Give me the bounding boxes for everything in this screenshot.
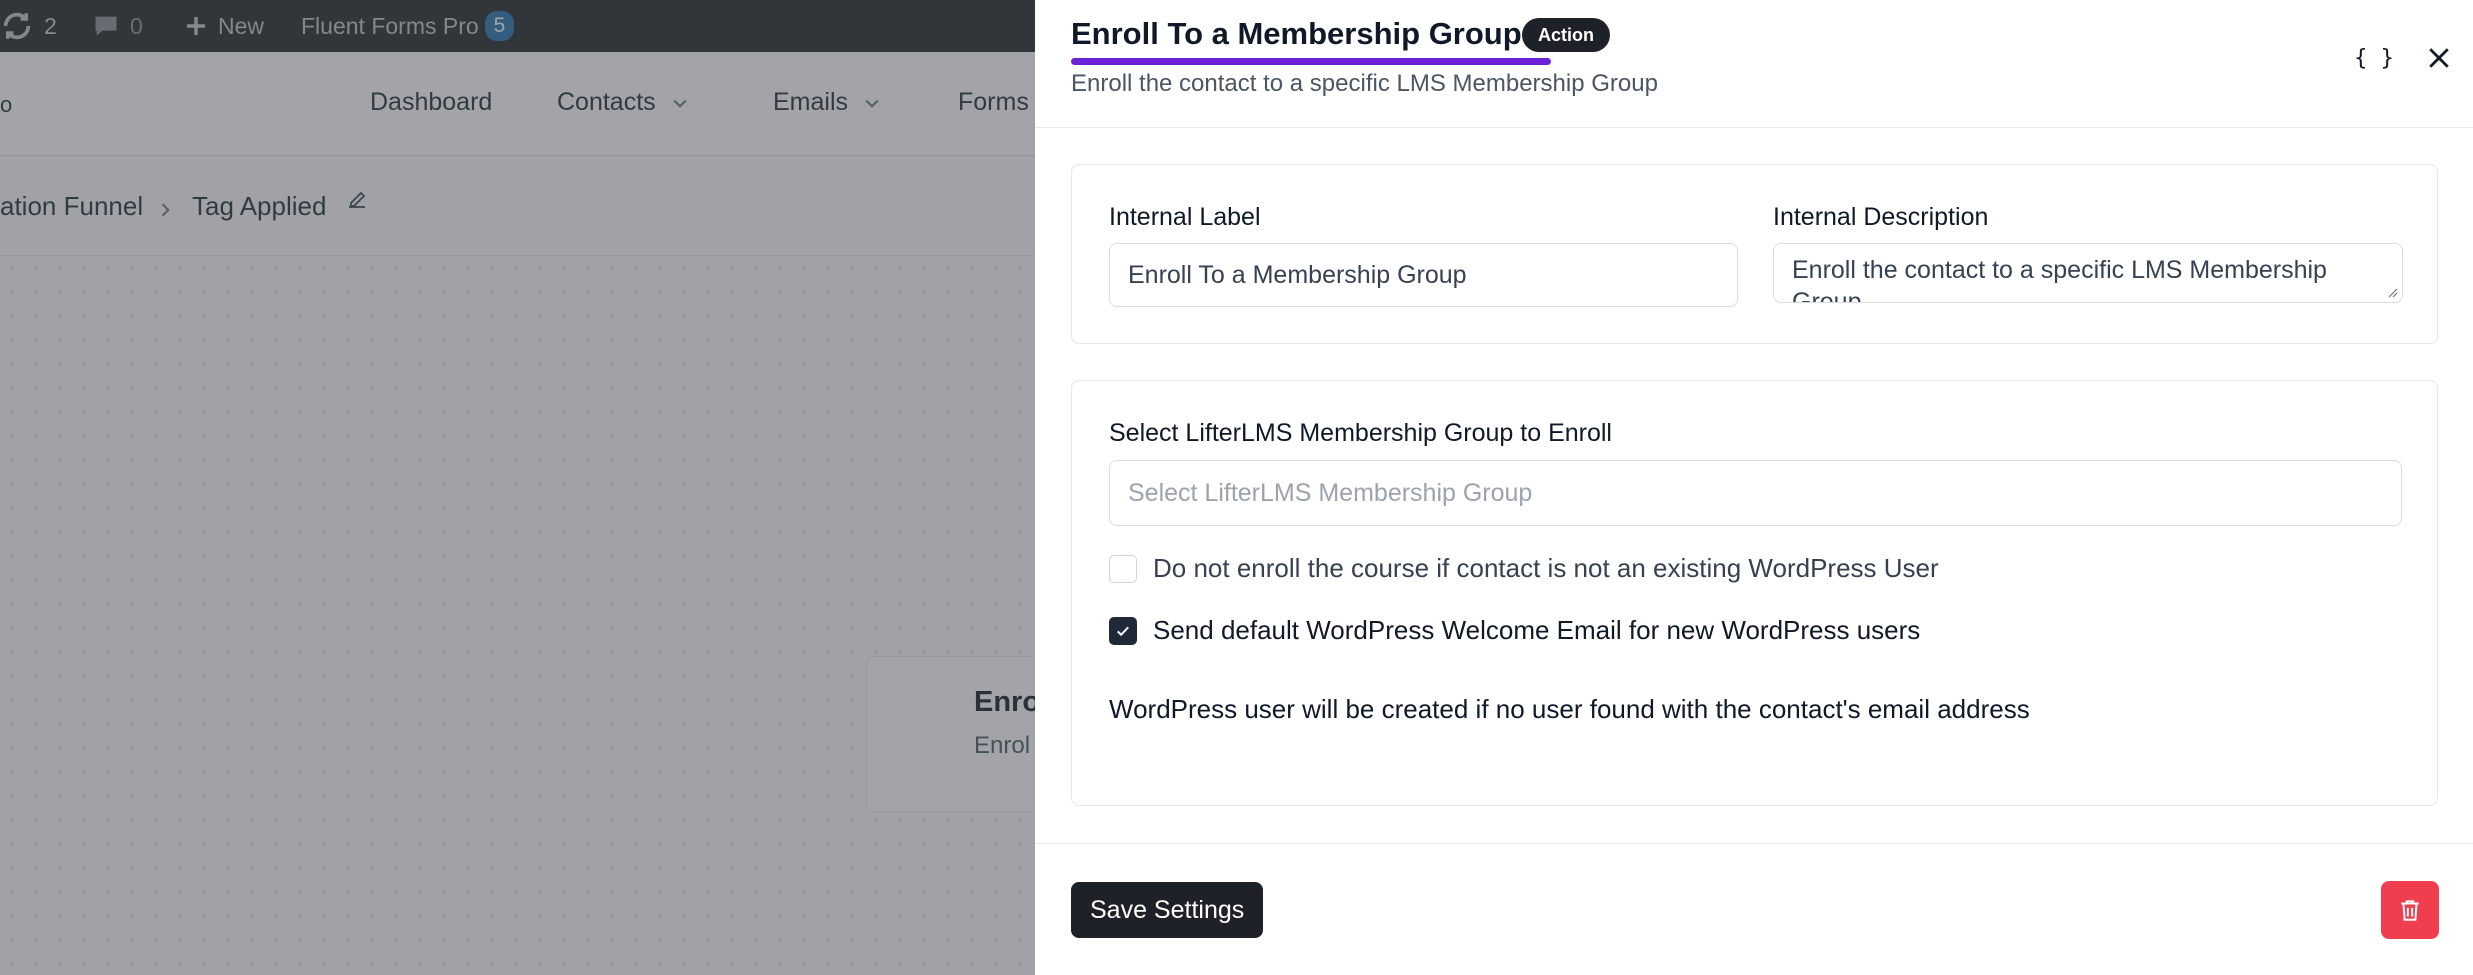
- save-settings-button[interactable]: Save Settings: [1071, 882, 1264, 938]
- title-underline: [1071, 58, 1551, 65]
- checkbox-welcome-email-label: Send default WordPress Welcome Email for…: [1153, 615, 1921, 645]
- internal-description-text: Enroll the contact to a specific LMS Mem…: [1792, 256, 2327, 303]
- internal-label-title: Internal Label: [1109, 203, 1261, 231]
- membership-group-card: Select LifterLMS Membership Group to Enr…: [1071, 380, 2438, 806]
- close-icon: [2429, 48, 2449, 68]
- code-toggle-button[interactable]: { }: [2352, 36, 2396, 80]
- membership-group-select[interactable]: Select LifterLMS Membership Group: [1109, 460, 2402, 526]
- checkbox-existing-user-label: Do not enroll the course if contact is n…: [1153, 553, 1939, 583]
- drawer-header: Enroll To a Membership Group Action Enro…: [1035, 0, 2473, 128]
- trash-icon: [2401, 900, 2419, 921]
- modal-overlay[interactable]: [0, 0, 1035, 975]
- checkbox-welcome-email[interactable]: [1109, 616, 1137, 645]
- resize-grip-icon[interactable]: [2386, 286, 2398, 298]
- membership-select-title: Select LifterLMS Membership Group to Enr…: [1109, 419, 1612, 447]
- close-button[interactable]: [2417, 36, 2461, 80]
- checkmark-icon: [1117, 626, 1129, 636]
- internal-description-textarea[interactable]: Enroll the contact to a specific LMS Mem…: [1773, 243, 2403, 303]
- checkbox-existing-user-row[interactable]: Do not enroll the course if contact is n…: [1109, 553, 1939, 584]
- user-creation-note: WordPress user will be created if no use…: [1109, 694, 2030, 724]
- internal-description-title: Internal Description: [1773, 203, 1989, 231]
- curly-braces-icon: { }: [2354, 45, 2394, 71]
- drawer-subtitle: Enroll the contact to a specific LMS Mem…: [1071, 70, 1658, 97]
- action-badge: Action: [1522, 18, 1610, 52]
- internal-settings-card: Internal Label Enroll To a Membership Gr…: [1071, 164, 2438, 344]
- drawer-footer: Save Settings: [1035, 843, 2473, 975]
- checkbox-existing-user[interactable]: [1109, 554, 1137, 583]
- drawer-title: Enroll To a Membership Group: [1071, 16, 1522, 51]
- action-settings-drawer: Enroll To a Membership Group Action Enro…: [1035, 0, 2473, 975]
- internal-label-input[interactable]: Enroll To a Membership Group: [1109, 243, 1738, 307]
- delete-action-button[interactable]: [2381, 881, 2439, 939]
- checkbox-welcome-email-row[interactable]: Send default WordPress Welcome Email for…: [1109, 615, 1920, 646]
